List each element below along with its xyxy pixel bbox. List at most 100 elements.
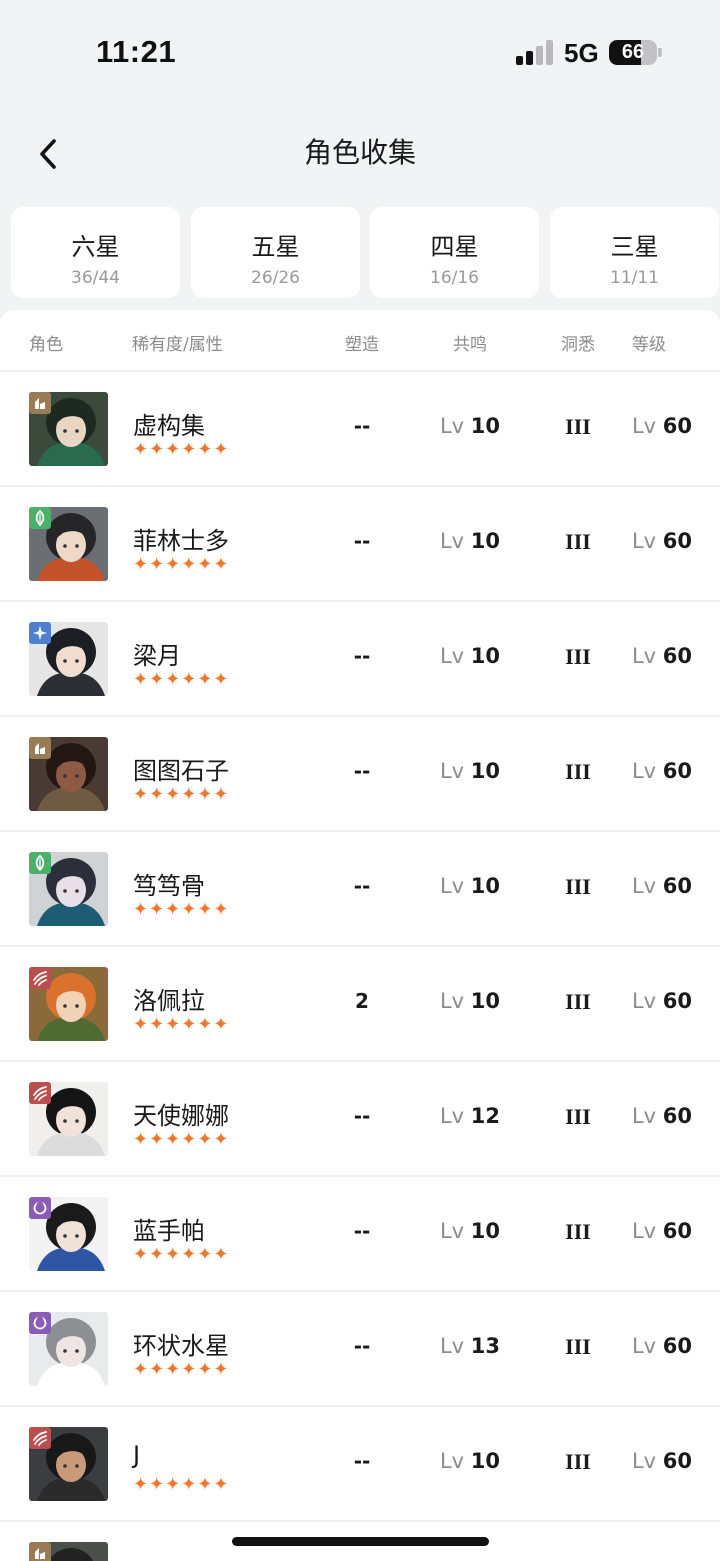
rarity-stars: ✦✦✦✦✦✦ <box>133 1244 230 1265</box>
building-icon <box>29 737 51 759</box>
resonance-level: 10 <box>470 989 501 1013</box>
resonance-value: Lv 10 <box>420 644 520 668</box>
rarity-stars: ✦✦✦✦✦✦ <box>133 669 230 690</box>
character-name: 图图石子 <box>133 757 229 785</box>
signal-icon <box>516 40 554 65</box>
character-name: 笃笃骨 <box>133 872 205 900</box>
lv-prefix: Lv <box>631 414 657 438</box>
tab-label: 四星 <box>430 233 479 261</box>
status-bar: 11:21 5G 66 <box>0 0 720 100</box>
insight-value: III <box>565 529 591 554</box>
resonance-value: Lv 10 <box>420 414 520 438</box>
column-header-character: 角色 <box>29 335 63 355</box>
resonance-value: Lv 10 <box>420 1219 520 1243</box>
shaping-value: -- <box>353 529 371 553</box>
shaping-value: -- <box>353 1104 371 1128</box>
insight-value: III <box>565 1219 591 1244</box>
shaping-value: -- <box>353 414 371 438</box>
back-button[interactable] <box>28 132 68 176</box>
header: 角色收集 <box>0 110 720 200</box>
column-header-rarity: 稀有度/属性 <box>132 335 223 355</box>
tab-three-star[interactable]: 三星 11/11 <box>550 207 719 298</box>
insight-value: III <box>565 414 591 439</box>
lv-prefix: Lv <box>439 414 465 438</box>
character-level: 60 <box>662 874 693 898</box>
rarity-stars: ✦✦✦✦✦✦ <box>133 899 230 920</box>
moon-icon <box>29 1197 51 1219</box>
lv-prefix: Lv <box>631 529 657 553</box>
character-level: 60 <box>662 759 693 783</box>
rarity-stars: ✦✦✦✦✦✦ <box>133 1359 230 1380</box>
column-header-shaping: 塑造 <box>345 335 379 355</box>
resonance-value: Lv 10 <box>420 759 520 783</box>
table-row[interactable]: 菲林士多 ✦✦✦✦✦✦ -- Lv 10 III Lv 60 <box>0 487 720 602</box>
resonance-level: 10 <box>470 874 501 898</box>
insight-value: III <box>565 644 591 669</box>
building-icon <box>29 1542 51 1561</box>
tab-count: 16/16 <box>430 268 479 288</box>
tab-count: 26/26 <box>251 268 300 288</box>
battery-icon: 66 <box>609 40 657 65</box>
character-name: 虚构集 <box>133 412 205 440</box>
shaping-value: -- <box>353 874 371 898</box>
insight-value: III <box>565 1334 591 1359</box>
character-level: 60 <box>662 529 693 553</box>
status-time: 11:21 <box>96 34 177 69</box>
character-name: 环状水星 <box>133 1332 229 1360</box>
table-row[interactable]: 洛佩拉 ✦✦✦✦✦✦ 2 Lv 10 III Lv 60 <box>0 947 720 1062</box>
level-value: Lv 60 <box>620 1219 704 1243</box>
rarity-stars: ✦✦✦✦✦✦ <box>133 1129 230 1150</box>
table-body: 虚构集 ✦✦✦✦✦✦ -- Lv 10 III Lv 60 菲林士多 ✦✦✦✦✦✦ -- Lv 1… <box>0 372 720 1561</box>
leaf-icon <box>29 507 51 529</box>
rarity-stars: ✦✦✦✦✦✦ <box>133 1014 230 1035</box>
tab-four-star[interactable]: 四星 16/16 <box>370 207 539 298</box>
table-row[interactable]: 天使娜娜 ✦✦✦✦✦✦ -- Lv 12 III Lv 60 <box>0 1062 720 1177</box>
character-level: 60 <box>662 1449 693 1473</box>
tab-label: 六星 <box>71 233 120 261</box>
character-level: 60 <box>662 644 693 668</box>
tab-count: 36/44 <box>71 268 120 288</box>
shaping-value: -- <box>353 644 371 668</box>
battery-percent: 66 <box>621 41 645 63</box>
tab-six-star[interactable]: 六星 36/44 <box>11 207 180 298</box>
lv-prefix: Lv <box>439 1334 465 1358</box>
lv-prefix: Lv <box>439 529 465 553</box>
table-row[interactable]: 图图石子 ✦✦✦✦✦✦ -- Lv 10 III Lv 60 <box>0 717 720 832</box>
resonance-level: 10 <box>470 644 501 668</box>
character-level: 60 <box>662 1219 693 1243</box>
tab-label: 三星 <box>610 233 659 261</box>
column-header-insight: 洞悉 <box>561 335 595 355</box>
tab-five-star[interactable]: 五星 26/26 <box>191 207 360 298</box>
star-icon <box>29 622 51 644</box>
shaping-value: 2 <box>355 989 369 1013</box>
lv-prefix: Lv <box>631 759 657 783</box>
resonance-value: Lv 13 <box>420 1334 520 1358</box>
shaping-value: -- <box>353 1334 371 1358</box>
battery-tip <box>658 48 662 57</box>
character-table: 角色 稀有度/属性 塑造 共鸣 洞悉 等级 虚构集 ✦✦✦✦✦✦ -- Lv 10 II… <box>0 310 720 1561</box>
insight-value: III <box>565 1449 591 1474</box>
character-name: 蓝手帕 <box>133 1217 205 1245</box>
home-indicator[interactable] <box>232 1537 489 1546</box>
resonance-level: 12 <box>470 1104 501 1128</box>
table-row[interactable]: 环状水星 ✦✦✦✦✦✦ -- Lv 13 III Lv 60 <box>0 1292 720 1407</box>
resonance-value: Lv 10 <box>420 529 520 553</box>
level-value: Lv 60 <box>620 1104 704 1128</box>
tab-label: 五星 <box>251 233 300 261</box>
table-row[interactable]: 笃笃骨 ✦✦✦✦✦✦ -- Lv 10 III Lv 60 <box>0 832 720 947</box>
level-value: Lv 60 <box>620 644 704 668</box>
rarity-stars: ✦✦✦✦✦✦ <box>133 554 230 575</box>
table-row[interactable]: 虚构集 ✦✦✦✦✦✦ -- Lv 10 III Lv 60 <box>0 372 720 487</box>
table-row[interactable]: 蓝手帕 ✦✦✦✦✦✦ -- Lv 10 III Lv 60 <box>0 1177 720 1292</box>
shaping-value: -- <box>353 759 371 783</box>
lv-prefix: Lv <box>631 874 657 898</box>
resonance-level: 10 <box>470 414 501 438</box>
lv-prefix: Lv <box>631 989 657 1013</box>
building-icon <box>29 392 51 414</box>
table-row[interactable]: 梁月 ✦✦✦✦✦✦ -- Lv 10 III Lv 60 <box>0 602 720 717</box>
column-header-level: 等级 <box>632 335 666 355</box>
table-row[interactable]: J ✦✦✦✦✦✦ -- Lv 10 III Lv 60 <box>0 1407 720 1522</box>
insight-value: III <box>565 874 591 899</box>
leaf-icon <box>29 852 51 874</box>
lv-prefix: Lv <box>439 759 465 783</box>
